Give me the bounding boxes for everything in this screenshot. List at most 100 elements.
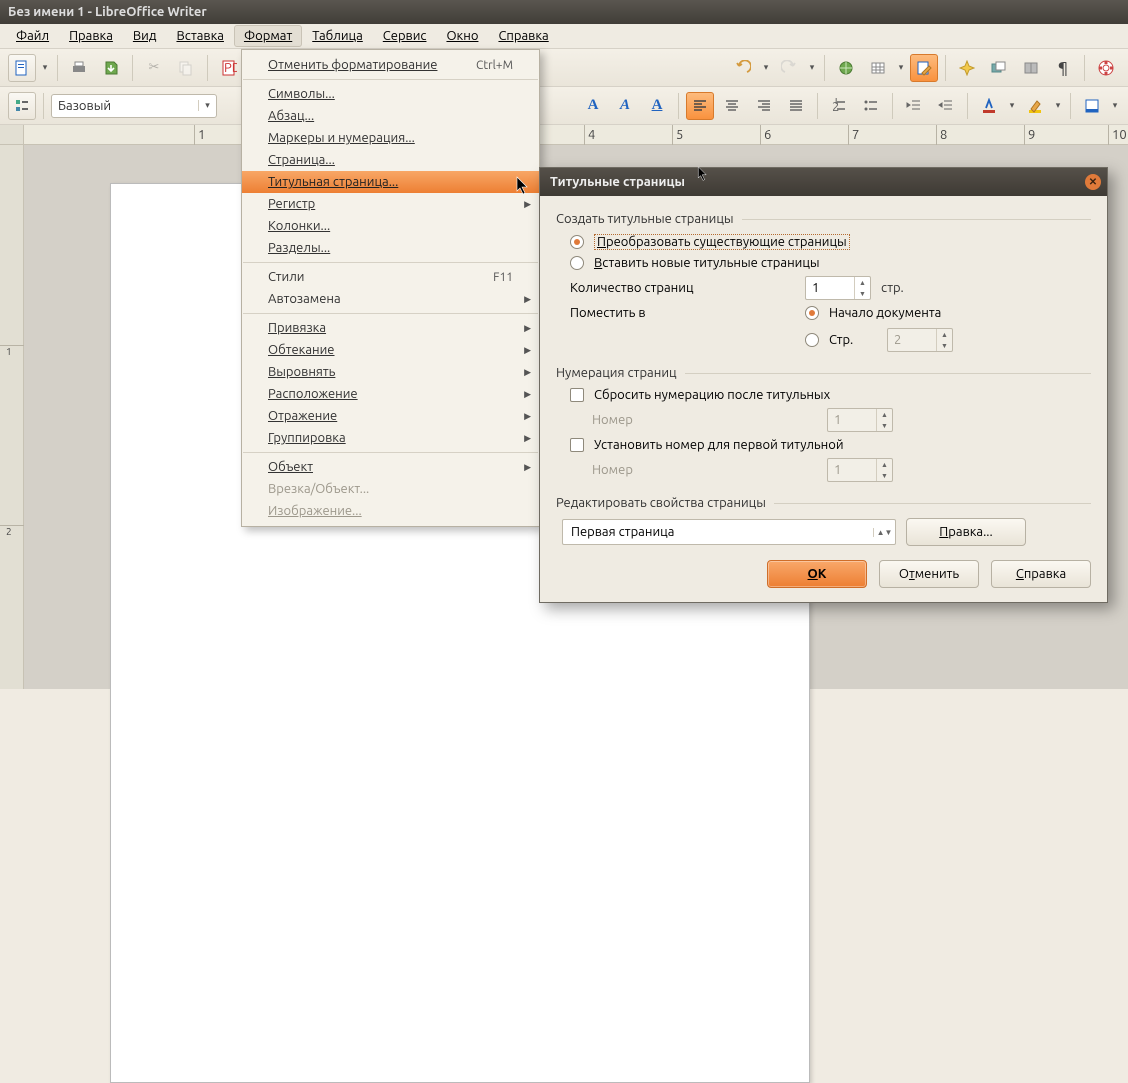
new-doc-dropdown[interactable]: ▾ — [40, 62, 50, 73]
menu-insert[interactable]: Вставка — [166, 25, 233, 47]
align-right-button[interactable] — [750, 92, 778, 120]
styles-list-button[interactable] — [8, 92, 36, 120]
radio-doc-start[interactable] — [805, 306, 819, 320]
align-right-icon — [756, 98, 772, 114]
paragraph-bg-button[interactable] — [1078, 92, 1106, 120]
mi-group[interactable]: Группировка▶ — [242, 427, 539, 449]
separator — [678, 93, 679, 119]
nonprinting-button[interactable]: ¶ — [1049, 54, 1077, 82]
menu-view[interactable]: Вид — [123, 25, 167, 47]
font-color-button[interactable] — [975, 92, 1003, 120]
gallery-button[interactable] — [985, 54, 1013, 82]
mi-page[interactable]: Страница... — [242, 149, 539, 171]
menu-edit[interactable]: Правка — [59, 25, 123, 47]
redo-dropdown[interactable]: ▾ — [807, 62, 817, 73]
mi-columns[interactable]: Колонки... — [242, 215, 539, 237]
underline-button[interactable]: А — [643, 92, 671, 120]
mi-paragraph[interactable]: Абзац... — [242, 105, 539, 127]
help-button[interactable] — [1092, 54, 1120, 82]
page-count-input[interactable] — [806, 277, 854, 299]
hyperlink-button[interactable] — [832, 54, 860, 82]
save-button[interactable] — [97, 54, 125, 82]
edit-mode-button[interactable] — [910, 54, 938, 82]
count-label: оличество страниц — [578, 281, 694, 295]
page-count-spinner[interactable]: ▲▼ — [805, 276, 871, 300]
page-style-value: Первая страница — [563, 525, 873, 539]
menu-file[interactable]: Файл — [6, 25, 59, 47]
print-button[interactable] — [65, 54, 93, 82]
numbered-list-button[interactable]: 12 — [825, 92, 853, 120]
mi-anchor[interactable]: Привязка▶ — [242, 317, 539, 339]
menu-table[interactable]: Таблица — [302, 25, 373, 47]
bold-button[interactable]: A — [579, 92, 607, 120]
help-dialog-button[interactable]: Справка — [991, 560, 1091, 588]
fieldset-page-numbering: Нумерация страниц Сбросить нумерацию пос… — [556, 362, 1091, 482]
align-left-button[interactable] — [686, 92, 714, 120]
mi-autocorrect[interactable]: Автозамена▶ — [242, 288, 539, 310]
paragraph-style-dropdown[interactable]: ▾ — [198, 100, 216, 111]
bold-icon: A — [588, 97, 599, 114]
bullet-list-button[interactable] — [857, 92, 885, 120]
paragraph-style-combo[interactable]: Базовый ▾ — [51, 94, 217, 118]
font-color-dropdown[interactable]: ▾ — [1007, 100, 1017, 111]
undo-button[interactable] — [729, 54, 757, 82]
highlight-button[interactable] — [1021, 92, 1049, 120]
paragraph-bg-dropdown[interactable]: ▾ — [1110, 100, 1120, 111]
decrease-indent-button[interactable] — [900, 92, 928, 120]
radio-page-number[interactable] — [805, 333, 819, 347]
ok-button[interactable]: ОК — [767, 560, 867, 588]
mi-clear-formatting[interactable]: Отменить форматирование Ctrl+M — [242, 54, 539, 76]
increase-indent-button[interactable] — [932, 92, 960, 120]
data-sources-button[interactable] — [1017, 54, 1045, 82]
menubar: Файл Правка Вид Вставка Формат Таблица С… — [0, 24, 1128, 49]
check-reset-numbering[interactable] — [570, 388, 584, 402]
export-pdf-button[interactable]: PDF — [215, 54, 243, 82]
radio-convert-existing[interactable] — [570, 235, 584, 249]
highlight-dropdown[interactable]: ▾ — [1053, 100, 1063, 111]
cancel-button[interactable]: Отменить — [879, 560, 979, 588]
legend-edit-props: Редактировать свойства страницы — [556, 496, 774, 510]
dialog-titlebar[interactable]: Титульные страницы ✕ — [540, 168, 1107, 196]
mi-case[interactable]: Регистр▶ — [242, 193, 539, 215]
mi-wrap[interactable]: Обтекание▶ — [242, 339, 539, 361]
check-set-first-number[interactable] — [570, 438, 584, 452]
undo-icon — [735, 60, 751, 76]
table-button[interactable] — [864, 54, 892, 82]
horizontal-ruler[interactable]: 1 4 5 6 7 8 9 10 — [0, 125, 1128, 145]
copy-button[interactable] — [172, 54, 200, 82]
menu-window[interactable]: Окно — [436, 25, 488, 47]
pencil-page-icon — [916, 60, 932, 76]
mi-character[interactable]: Символы... — [242, 83, 539, 105]
edit-page-style-button[interactable]: Правка... — [906, 518, 1026, 546]
vertical-ruler[interactable]: 1 2 — [0, 145, 24, 689]
navigator-button[interactable] — [953, 54, 981, 82]
menu-format[interactable]: Формат — [234, 25, 302, 47]
mi-arrange[interactable]: Расположение▶ — [242, 383, 539, 405]
redo-button[interactable] — [775, 54, 803, 82]
new-doc-button[interactable] — [8, 54, 36, 82]
increase-indent-icon — [938, 98, 954, 114]
align-justify-button[interactable] — [782, 92, 810, 120]
menu-tools[interactable]: Сервис — [373, 25, 437, 47]
undo-dropdown[interactable]: ▾ — [761, 62, 771, 73]
italic-button[interactable]: А — [611, 92, 639, 120]
submenu-arrow-icon: ▶ — [524, 199, 531, 210]
page-style-combo[interactable]: Первая страница ▲▼ — [562, 519, 896, 545]
mi-bullets[interactable]: Маркеры и нумерация... — [242, 127, 539, 149]
mi-object[interactable]: Объект▶ — [242, 456, 539, 478]
radio-insert-new[interactable] — [570, 256, 584, 270]
mi-flip[interactable]: Отражение▶ — [242, 405, 539, 427]
mi-styles[interactable]: СтилиF11 — [242, 266, 539, 288]
radio-convert-label: реобразовать существующие страницы — [606, 235, 847, 249]
mi-sections[interactable]: Разделы... — [242, 237, 539, 259]
table-dropdown[interactable]: ▾ — [896, 62, 906, 73]
align-center-button[interactable] — [718, 92, 746, 120]
menu-help[interactable]: Справка — [488, 25, 558, 47]
mi-title-page[interactable]: Титульная страница... — [242, 171, 539, 193]
fieldset-create-title-pages: Создать титульные страницы Преобразовать… — [556, 208, 1091, 352]
dialog-close-button[interactable]: ✕ — [1085, 174, 1101, 190]
page-style-dropdown[interactable]: ▲▼ — [873, 528, 895, 537]
cut-button[interactable]: ✂ — [140, 54, 168, 82]
mi-align[interactable]: Выровнять▶ — [242, 361, 539, 383]
submenu-arrow-icon: ▶ — [524, 367, 531, 378]
